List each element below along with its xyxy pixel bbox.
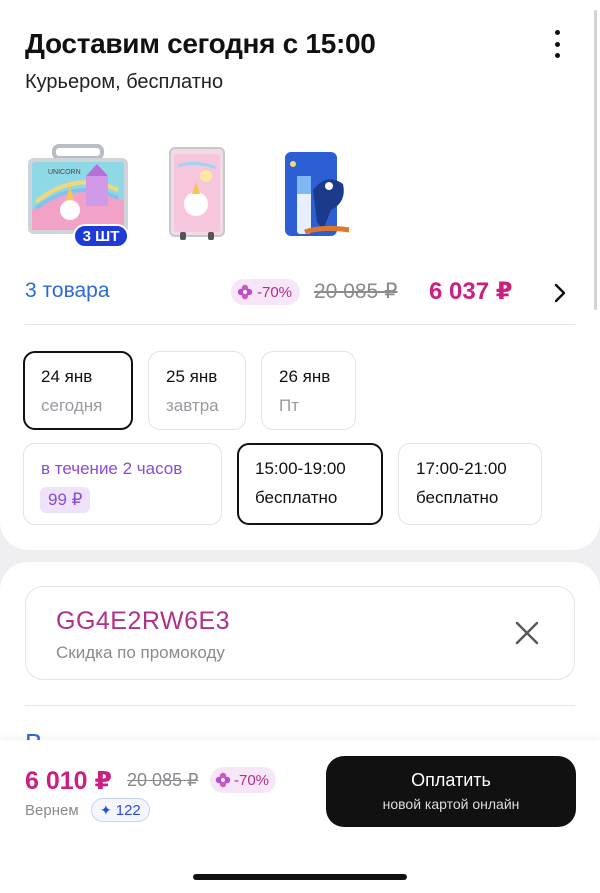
date-label: сегодня (41, 396, 103, 415)
promo-code-label: Скидка по промокоду (56, 643, 225, 662)
product-image-lip-balm[interactable] (283, 150, 353, 258)
total-old-price: 20 085 ₽ (127, 770, 199, 790)
delivery-card: Доставим сегодня с 15:00 Курьером, беспл… (0, 0, 600, 550)
scrollbar[interactable] (594, 10, 597, 310)
quantity-badge: 3 ШТ (73, 224, 129, 248)
time-slot-express[interactable]: в течение 2 часов 99 ₽ (23, 443, 222, 525)
date-option-tomorrow[interactable]: 25 янв завтра (148, 351, 246, 430)
footer-discount-text: -70% (234, 771, 270, 789)
delivery-title: Доставим сегодня с 15:00 (25, 28, 376, 59)
delivery-subtitle: Курьером, бесплатно (25, 71, 224, 93)
time-slot-15-19[interactable]: 15:00-19:00 бесплатно (237, 443, 383, 525)
date-day: 24 янв (41, 367, 93, 386)
time-slot-title: 17:00-21:00 (416, 459, 507, 478)
more-options-icon[interactable] (545, 30, 569, 58)
home-indicator[interactable] (193, 874, 407, 880)
time-slot-title: 15:00-19:00 (255, 459, 346, 478)
time-slot-price: бесплатно (416, 488, 499, 507)
checkout-bar: 6 010 ₽ 20 085 ₽ -70% Вернем ✦ 122 Оплат… (0, 740, 600, 893)
divider (25, 324, 575, 325)
close-icon[interactable] (514, 620, 540, 646)
order-summary-row[interactable]: 3 товара -70% 20 085 ₽ 6 037 ₽ (25, 276, 575, 310)
pay-button[interactable]: Оплатить новой картой онлайн (326, 756, 576, 827)
date-label: завтра (166, 396, 219, 415)
total-price: 6 010 ₽ (25, 767, 112, 795)
discount-badge-text: -70% (257, 283, 293, 301)
old-price: 20 085 ₽ (314, 280, 398, 303)
sparkle-icon: ✦ (100, 801, 112, 818)
date-label: Пт (279, 396, 300, 415)
time-slot-17-21[interactable]: 17:00-21:00 бесплатно (398, 443, 542, 525)
date-option-today[interactable]: 24 янв сегодня (23, 351, 133, 430)
pay-button-subtitle: новой картой онлайн (382, 796, 520, 812)
date-day: 25 янв (166, 367, 218, 386)
product-image-trolley-case[interactable] (166, 146, 228, 254)
svg-text:UNICORN: UNICORN (48, 169, 81, 176)
chevron-right-icon[interactable] (550, 280, 570, 306)
items-count-link[interactable]: 3 товара (25, 279, 110, 303)
express-price-chip: 99 ₽ (40, 487, 91, 513)
date-day: 26 янв (279, 367, 331, 386)
bonus-points-value: 122 (115, 801, 141, 819)
pay-button-title: Оплатить (411, 770, 491, 790)
time-slot-title: в течение 2 часов (41, 459, 183, 478)
new-price: 6 037 ₽ (429, 278, 513, 305)
footer-discount-badge: -70% (210, 767, 277, 793)
flower-icon (215, 772, 231, 788)
date-option-friday[interactable]: 26 янв Пт (261, 351, 356, 430)
promo-code-value: GG4E2RW6E3 (56, 607, 231, 635)
discount-badge: -70% (231, 279, 301, 305)
time-slot-price: бесплатно (255, 488, 338, 507)
divider (25, 705, 575, 706)
cashback-label: Вернем (25, 802, 79, 819)
promo-code-field[interactable]: GG4E2RW6E3 Скидка по промокоду (25, 586, 575, 680)
bonus-points-badge: ✦ 122 (91, 798, 150, 822)
flower-icon (237, 284, 253, 300)
